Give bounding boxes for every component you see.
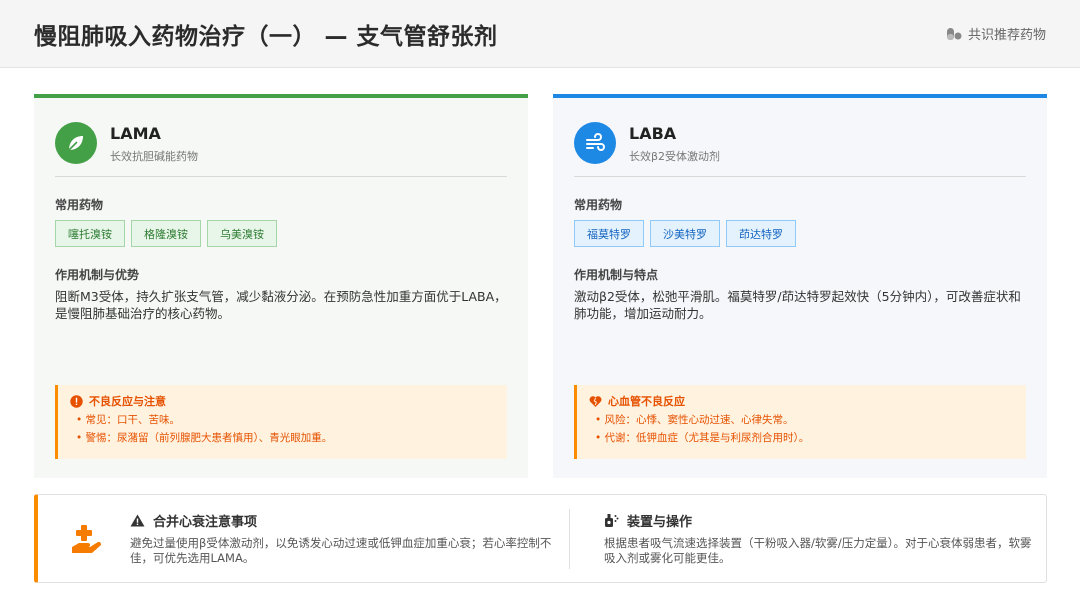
laba-divider [574,176,1026,177]
device-header: 装置与操作 [604,511,1034,530]
laba-warning-line: • 代谢：低钾血症（尤其是与利尿剂合用时）。 [595,432,810,444]
warning-triangle-icon [130,514,145,527]
laba-title: LABA [629,124,677,143]
lama-mechanism-label: 作用机制与优势 [55,268,140,282]
bottom-notes-panel: 合并心衰注意事项 避免过量使用β受体激动剂，以免诱发心动过速或低钾血症加重心衰；… [34,494,1047,583]
lama-divider [55,176,507,177]
lama-subtitle: 长效抗胆碱能药物 [110,150,198,163]
lama-mechanism-text: 阻断M3受体，持久扩张支气管，减少黏液分泌。在预防急性加重方面优于LABA，是慢… [55,289,507,321]
drug-chip-indacaterol: 茚达特罗 [726,220,796,247]
drug-chip-glycopyrronium: 格隆溴铵 [131,220,201,247]
device-title: 装置与操作 [627,515,693,530]
laba-mechanism-text: 激动β2受体，松弛平滑肌。福莫特罗/茚达特罗起效快（5分钟内），可改善症状和肺功… [574,289,1021,321]
drug-chip-formoterol: 福莫特罗 [574,220,644,247]
pills-icon [946,27,962,40]
heart-failure-note: 合并心衰注意事项 避免过量使用β受体激动剂，以免诱发心动过速或低钾血症加重心衰；… [130,511,566,566]
laba-icon-circle [574,122,616,164]
recommend-tag-label: 共识推荐药物 [967,28,1046,43]
lama-drugs-label: 常用药物 [55,198,104,212]
lama-title: LAMA [110,124,161,143]
drug-chip-salmeterol: 沙美特罗 [650,220,720,247]
lama-warning-line: • 常见：口干、苦味。 [76,414,181,426]
laba-warning-line: • 风险：心悸、窦性心动过速、心律失常。 [595,414,794,426]
hand-holding-medical-icon [72,525,102,553]
laba-warning-title: 心血管不良反应 [608,395,685,408]
laba-subtitle: 长效β2受体激动剂 [629,150,721,163]
lama-card: LAMA 长效抗胆碱能药物 常用药物 噻托溴铵 格隆溴铵 乌美溴铵 作用机制与优… [34,94,528,478]
bottom-divider [569,509,570,569]
lama-warning-header: 不良反应与注意 [70,393,495,409]
drug-chip-umeclidinium: 乌美溴铵 [207,220,277,247]
page-title: 慢阻肺吸入药物治疗（一） — 支气管舒张剂 [34,24,498,50]
lama-drug-list: 噻托溴铵 格隆溴铵 乌美溴铵 [55,220,277,247]
laba-drugs-label: 常用药物 [574,198,623,212]
laba-mechanism-label: 作用机制与特点 [574,268,659,282]
lama-icon-circle [55,122,97,164]
device-text: 根据患者吸气流速选择装置（干粉吸入器/软雾/压力定量）。对于心衰体弱患者，软雾吸… [604,536,1032,565]
leaf-icon [68,136,83,151]
heart-failure-title: 合并心衰注意事项 [153,515,258,530]
laba-warning-box: 心血管不良反应 • 风险：心悸、窦性心动过速、心律失常。 • 代谢：低钾血症（尤… [574,385,1026,459]
lama-warning-title: 不良反应与注意 [89,395,166,408]
heart-crack-icon [589,395,602,407]
wind-icon [586,133,605,151]
inhaler-icon [605,514,619,527]
drug-chip-tiotropium: 噻托溴铵 [55,220,125,247]
lama-warning-box: 不良反应与注意 • 常见：口干、苦味。 • 警惕：尿潴留（前列腺肥大患者慎用）、… [55,385,507,459]
page-header: 慢阻肺吸入药物治疗（一） — 支气管舒张剂 共识推荐药物 [0,0,1080,68]
heart-failure-text: 避免过量使用β受体激动剂，以免诱发心动过速或低钾血症加重心衰；若心率控制不佳，可… [130,536,552,565]
laba-card: LABA 长效β2受体激动剂 常用药物 福莫特罗 沙美特罗 茚达特罗 作用机制与… [553,94,1047,478]
lama-warning-line: • 警惕：尿潴留（前列腺肥大患者慎用）、青光眼加重。 [76,432,333,444]
exclamation-circle-icon [70,394,83,408]
heart-failure-header: 合并心衰注意事项 [130,511,566,530]
laba-drug-list: 福莫特罗 沙美特罗 茚达特罗 [574,220,796,247]
laba-warning-header: 心血管不良反应 [589,393,1014,409]
device-note: 装置与操作 根据患者吸气流速选择装置（干粉吸入器/软雾/压力定量）。对于心衰体弱… [604,511,1034,566]
recommend-tag: 共识推荐药物 [946,24,1046,43]
